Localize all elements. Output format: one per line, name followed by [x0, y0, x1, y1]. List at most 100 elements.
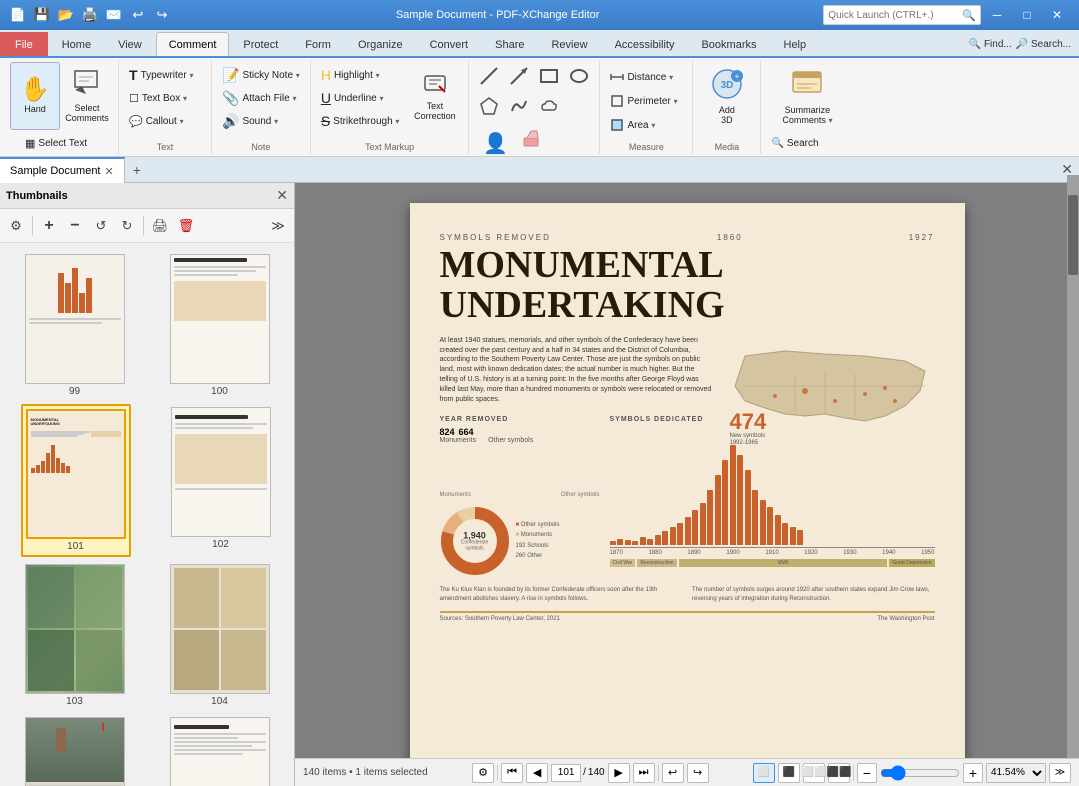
manage-comments-items: SummarizeComments ▾ 🔍 Search — [767, 62, 847, 154]
thumb-rotate-cw-button[interactable]: ↻ — [115, 214, 139, 238]
zoom-in-button[interactable]: + — [963, 763, 983, 783]
thumb-item-104[interactable]: 104 — [167, 561, 273, 710]
pdf-vertical-scrollbar[interactable] — [1067, 183, 1079, 758]
continuous-view[interactable]: ⬛ — [778, 763, 800, 783]
arrow-tool[interactable] — [505, 62, 533, 90]
tab-share[interactable]: Share — [482, 32, 537, 56]
doc-tab-sample[interactable]: Sample Document ✕ — [0, 157, 125, 183]
more-options-button[interactable]: ≫ — [1049, 763, 1071, 783]
sound-button[interactable]: 🔊 Sound ▾ — [218, 110, 304, 132]
thumb-item-100[interactable]: 100 — [167, 251, 273, 400]
search-button[interactable]: 🔎 Search... — [1016, 39, 1071, 50]
tab-bookmarks[interactable]: Bookmarks — [688, 32, 769, 56]
page-number-input[interactable] — [551, 764, 581, 782]
perimeter-button[interactable]: Perimeter ▾ — [606, 90, 686, 112]
open-icon[interactable]: 📂 — [56, 5, 76, 25]
add-3d-button[interactable]: 3D + Add3D — [699, 62, 754, 130]
thumb-settings-button[interactable]: ⚙ — [4, 214, 28, 238]
thumb-rotate-ccw-button[interactable]: ↺ — [89, 214, 113, 238]
undo-icon[interactable]: ↩ — [128, 5, 148, 25]
single-page-view[interactable]: ⬜ — [753, 763, 775, 783]
thumb-zoom-out-button[interactable]: − — [63, 214, 87, 238]
measure-items: Distance ▾ Perimeter ▾ Area ▾ — [606, 62, 686, 140]
summarize-comments-button[interactable]: SummarizeComments ▾ — [775, 62, 840, 130]
thumb-item-102[interactable]: 102 — [168, 404, 274, 557]
thumb-delete-button[interactable]: 🗑 — [174, 214, 198, 238]
underline-button[interactable]: U Underline ▾ — [317, 87, 404, 109]
thumb-item-101[interactable]: MONUMENTALUNDERTAKING — [21, 404, 131, 557]
tab-comment[interactable]: Comment — [156, 32, 230, 56]
go-forward-button[interactable]: ↪ — [687, 763, 709, 783]
zoom-area: ⬜ ⬛ ⬜⬜ ⬛⬛ − + 41.54% 50% 75% 100% 150% ≫ — [753, 763, 1071, 783]
tab-view[interactable]: View — [105, 32, 155, 56]
distance-button[interactable]: Distance ▾ — [606, 66, 686, 88]
close-button[interactable]: ✕ — [1043, 5, 1071, 25]
maximize-button[interactable]: □ — [1013, 5, 1041, 25]
search-icon: 🔍 — [962, 9, 976, 22]
tab-convert[interactable]: Convert — [417, 32, 482, 56]
tab-help[interactable]: Help — [771, 32, 820, 56]
scrollbar-thumb[interactable] — [1068, 195, 1078, 275]
tab-review[interactable]: Review — [538, 32, 600, 56]
thumb-zoom-in-button[interactable]: + — [37, 214, 61, 238]
tab-file[interactable]: File — [0, 32, 48, 56]
tab-accessibility[interactable]: Accessibility — [602, 32, 688, 56]
find-button[interactable]: 🔍 Find... — [969, 39, 1012, 50]
text-correction-button[interactable]: TextCorrection — [407, 62, 462, 130]
go-back-button[interactable]: ↩ — [662, 763, 684, 783]
cloud-tool[interactable] — [535, 92, 563, 120]
thumb-print-button[interactable]: 🖨 — [148, 214, 172, 238]
first-page-button[interactable]: ⏮ — [501, 763, 523, 783]
callout-button[interactable]: 💬 Callout ▾ — [125, 110, 205, 132]
thumb-item-105[interactable]: 105 — [22, 714, 128, 786]
save-icon[interactable]: 💾 — [32, 5, 52, 25]
hand-tool-button[interactable]: ✋ Hand — [10, 62, 60, 130]
tab-home[interactable]: Home — [49, 32, 104, 56]
svg-text:+: + — [735, 72, 740, 81]
polygon-tool[interactable] — [475, 92, 503, 120]
email-icon[interactable]: ✉️ — [104, 5, 124, 25]
add-tab-button[interactable]: + — [125, 157, 149, 182]
select-comments-button[interactable]: SelectComments — [62, 62, 112, 130]
tab-protect[interactable]: Protect — [230, 32, 291, 56]
textbox-button[interactable]: ☐ Text Box ▾ — [125, 87, 205, 109]
quick-launch-search[interactable]: 🔍 — [823, 5, 981, 25]
sticky-note-button[interactable]: 📝 Sticky Note ▾ — [218, 64, 304, 86]
comments-search-button[interactable]: 🔍 Search — [767, 132, 847, 154]
zoom-dropdown[interactable]: 41.54% 50% 75% 100% 150% — [986, 763, 1046, 783]
eraser-tool[interactable] — [517, 124, 545, 152]
search-comments-icon: 🔍 — [771, 138, 783, 149]
strikethrough-button[interactable]: S Strikethrough ▾ — [317, 110, 404, 132]
last-page-button[interactable]: ⏭ — [633, 763, 655, 783]
select-text-button[interactable]: ▦ Select Text — [21, 132, 101, 154]
prev-page-button[interactable]: ◀ — [526, 763, 548, 783]
tab-organize[interactable]: Organize — [345, 32, 416, 56]
highlight-button[interactable]: H Highlight ▾ — [317, 64, 404, 86]
thumb-item-99[interactable]: 99 — [22, 251, 128, 400]
rect-tool[interactable] — [535, 62, 563, 90]
redo-icon[interactable]: ↪ — [152, 5, 172, 25]
thumb-more-button[interactable]: ≫ — [266, 214, 290, 238]
area-button[interactable]: Area ▾ — [606, 114, 686, 136]
settings-cog[interactable]: ⚙ — [472, 763, 494, 783]
attach-file-button[interactable]: 📎 Attach File ▾ — [218, 87, 304, 109]
minimize-button[interactable]: ─ — [983, 5, 1011, 25]
quick-launch-input[interactable] — [828, 10, 958, 21]
thumb-item-106[interactable]: 106 — [167, 714, 273, 786]
freehand-tool[interactable] — [505, 92, 533, 120]
panel-close-button[interactable]: ✕ — [276, 187, 288, 204]
facing-continuous-view[interactable]: ⬛⬛ — [828, 763, 850, 783]
pdf-content[interactable]: SYMBOLS REMOVED 1860 1927 MONUMENTAL UND… — [295, 183, 1079, 758]
print-icon[interactable]: 🖨️ — [80, 5, 100, 25]
next-page-button[interactable]: ▶ — [608, 763, 630, 783]
ellipse-tool[interactable] — [565, 62, 593, 90]
tab-form[interactable]: Form — [292, 32, 344, 56]
zoom-slider[interactable] — [880, 765, 960, 781]
zoom-out-button[interactable]: − — [857, 763, 877, 783]
facing-view[interactable]: ⬜⬜ — [803, 763, 825, 783]
doc-tab-close[interactable]: ✕ — [105, 165, 114, 178]
typewriter-button[interactable]: T Typewriter ▾ — [125, 64, 205, 86]
note-items: 📝 Sticky Note ▾ 📎 Attach File ▾ 🔊 Sound … — [218, 62, 304, 140]
thumb-item-103[interactable]: 103 — [22, 561, 128, 710]
line-tool[interactable] — [475, 62, 503, 90]
